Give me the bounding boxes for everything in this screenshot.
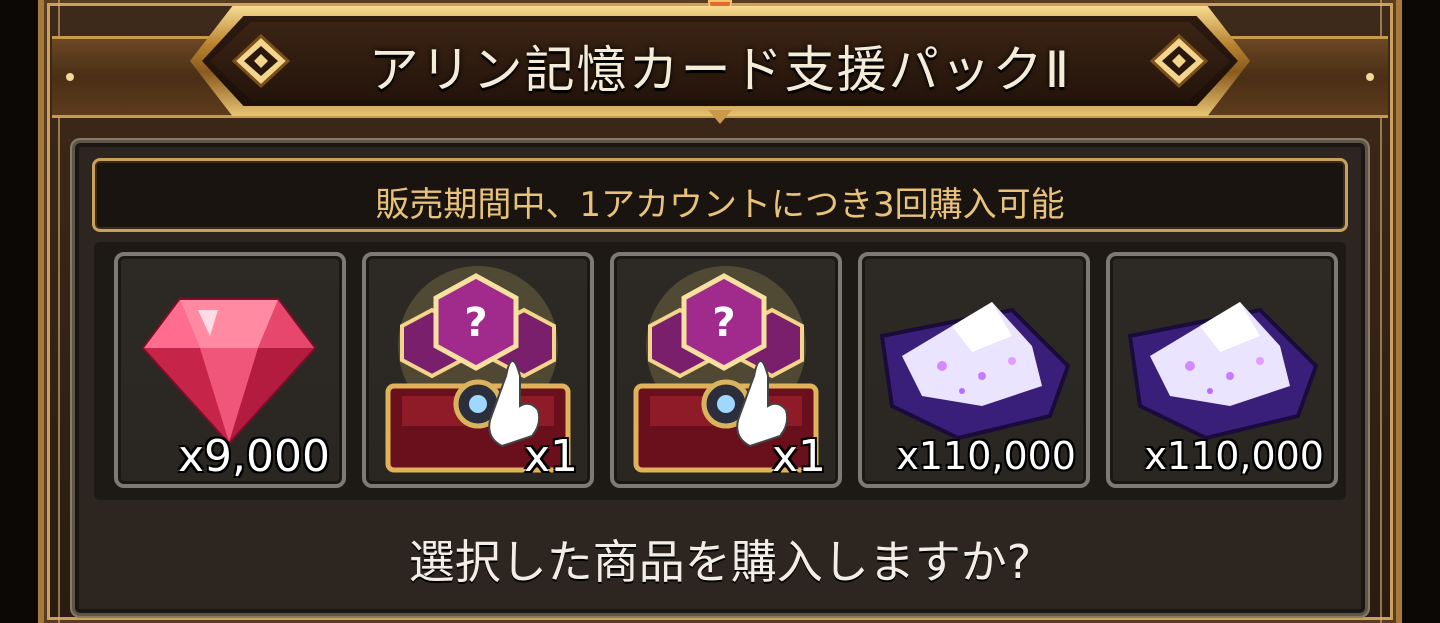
purchase-limit-notice: 販売期間中、1アカウントにつき3回購入可能	[92, 158, 1348, 232]
svg-text:?: ?	[712, 300, 735, 346]
svg-text:?: ?	[464, 300, 487, 346]
item-quantity: x110,000	[896, 434, 1076, 478]
item-quantity: x1	[771, 431, 826, 482]
item-slot-card-pack[interactable]: ? x1	[610, 252, 842, 488]
item-slot-diamond[interactable]: x9,000	[114, 252, 346, 488]
item-quantity: x110,000	[1144, 434, 1324, 478]
banner-tip-icon	[708, 110, 732, 124]
item-quantity: x9,000	[177, 431, 330, 482]
notice-text: 販売期間中、1アカウントにつき3回購入可能	[375, 185, 1065, 225]
item-slot-card-pack[interactable]: ? x1	[362, 252, 594, 488]
item-slot-crystal-powder[interactable]: x110,000	[1106, 252, 1338, 488]
item-slot-crystal-powder[interactable]: x110,000	[858, 252, 1090, 488]
confirm-purchase-prompt: 選択した商品を購入しますか?	[408, 535, 1032, 589]
dialog-title: アリン記憶カード支援パックⅡ	[368, 41, 1072, 99]
item-quantity: x1	[523, 431, 578, 482]
